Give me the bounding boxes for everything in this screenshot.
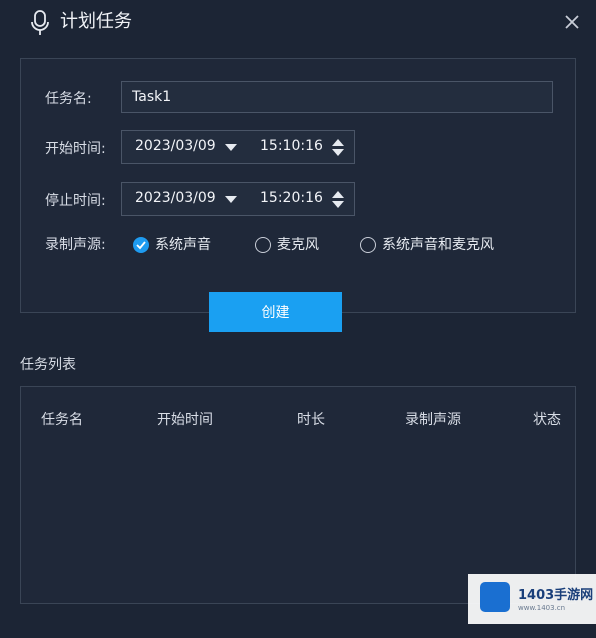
window-title: 计划任务 [60, 11, 132, 32]
stop-time-label: 停止时间: [45, 193, 106, 209]
watermark-url: www.1403.cn [518, 604, 566, 612]
check-icon [136, 241, 146, 250]
start-time-value[interactable]: 15:10:16 [260, 138, 323, 154]
radio-unchecked-icon [360, 237, 376, 253]
radio-system-sound[interactable]: 系统声音 [133, 235, 243, 257]
close-icon[interactable] [562, 12, 582, 32]
start-time-spinner-icon[interactable] [332, 138, 344, 158]
microphone-icon [31, 10, 49, 35]
watermark-logo-icon [480, 582, 510, 612]
watermark-text: 1403手游网 [518, 588, 594, 603]
stop-time-spinner-icon[interactable] [332, 190, 344, 210]
scheduled-task-window: 计划任务 任务名: 开始时间: 2023/03/09 15:10:16 停止时间… [0, 0, 596, 638]
task-list-title: 任务列表 [20, 357, 76, 373]
radio-system-and-microphone[interactable]: 系统声音和麦克风 [360, 235, 530, 257]
start-date-dropdown-icon[interactable] [225, 144, 237, 151]
column-header-duration[interactable]: 时长 [297, 409, 325, 429]
stop-time-value[interactable]: 15:20:16 [260, 190, 323, 206]
task-name-input[interactable] [121, 81, 553, 113]
column-header-record-source[interactable]: 录制声源 [405, 409, 461, 429]
start-date-value[interactable]: 2023/03/09 [135, 138, 216, 154]
start-time-label: 开始时间: [45, 141, 106, 157]
task-list-table: 任务名 开始时间 时长 录制声源 状态 [20, 386, 576, 604]
task-name-label: 任务名: [45, 91, 92, 107]
radio-label: 麦克风 [277, 237, 319, 253]
record-source-label: 录制声源: [45, 237, 106, 253]
stop-date-value[interactable]: 2023/03/09 [135, 190, 216, 206]
create-button[interactable]: 创建 [209, 292, 342, 332]
stop-datetime-picker[interactable]: 2023/03/09 15:20:16 [121, 182, 355, 216]
column-header-start-time[interactable]: 开始时间 [157, 409, 213, 429]
site-watermark: 1403手游网 www.1403.cn [468, 574, 596, 624]
titlebar: 计划任务 [0, 0, 596, 46]
column-header-status[interactable]: 状态 [533, 409, 561, 429]
radio-unchecked-icon [255, 237, 271, 253]
radio-label: 系统声音 [155, 237, 211, 253]
radio-label: 系统声音和麦克风 [382, 237, 494, 253]
start-datetime-picker[interactable]: 2023/03/09 15:10:16 [121, 130, 355, 164]
stop-date-dropdown-icon[interactable] [225, 196, 237, 203]
task-form-panel: 任务名: 开始时间: 2023/03/09 15:10:16 停止时间: 202… [20, 58, 576, 313]
column-header-task-name[interactable]: 任务名 [41, 409, 83, 429]
radio-microphone[interactable]: 麦克风 [255, 235, 345, 257]
